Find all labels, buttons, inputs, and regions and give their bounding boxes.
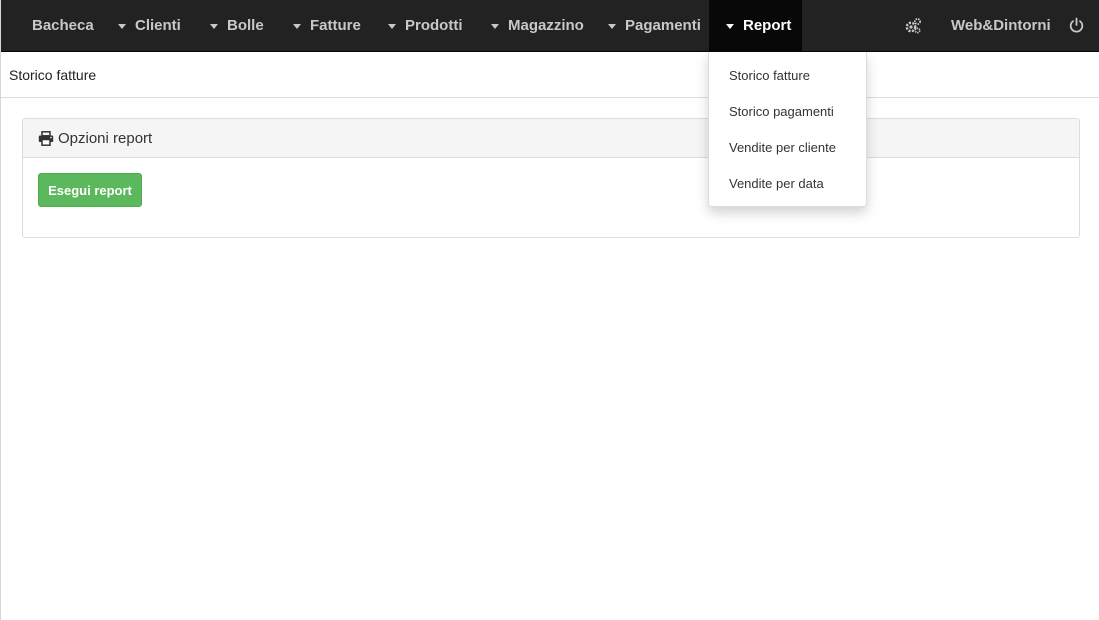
nav-item-clienti[interactable]: Clienti [118,0,181,51]
company-name: Web&Dintorni [951,17,1051,34]
nav-item-label: Report [743,17,792,34]
menu-item-label: Storico fatture [729,67,810,83]
menu-item-vendite-per-cliente[interactable]: Vendite per cliente [709,129,866,165]
menu-item-label: Storico pagamenti [729,103,834,119]
company-menu[interactable]: Web&Dintorni [951,0,1051,51]
nav-item-label: Bacheca [32,17,94,34]
run-report-label: Esegui report [48,182,132,198]
nav-item-prodotti[interactable]: Prodotti [388,0,463,51]
printer-icon [38,130,54,146]
panel-title: Opzioni report [58,129,153,147]
nav-item-pagamenti[interactable]: Pagamenti [608,0,701,51]
menu-item-label: Vendite per cliente [729,139,836,155]
app-page: Bacheca Clienti Bolle Fatture Prodotti M… [0,0,1099,620]
power-icon [1069,17,1084,33]
run-report-button[interactable]: Esegui report [38,173,142,207]
nav-item-bacheca[interactable]: Bacheca [32,0,94,51]
menu-item-label: Vendite per data [729,175,824,191]
caret-down-icon [388,23,396,29]
page-title: Storico fatture [9,66,97,83]
caret-down-icon [210,23,218,29]
caret-down-icon [293,23,301,29]
nav-item-bolle[interactable]: Bolle [210,0,264,51]
logout-button[interactable] [1068,17,1085,34]
report-options-panel: Opzioni report Esegui report [22,118,1080,238]
nav-item-magazzino[interactable]: Magazzino [491,0,584,51]
menu-item-vendite-per-data[interactable]: Vendite per data [709,165,866,201]
nav-item-label: Fatture [310,17,361,34]
report-dropdown-menu: Storico fatture Storico pagamenti Vendit… [708,52,867,207]
menu-item-storico-fatture[interactable]: Storico fatture [709,57,866,93]
gears-icon [905,18,921,34]
caret-down-icon [118,23,126,29]
nav-item-label: Prodotti [405,17,463,34]
nav-item-report[interactable]: Report [709,0,802,51]
page-header: Storico fatture [1,52,1099,98]
caret-down-icon [608,23,616,29]
top-navbar: Bacheca Clienti Bolle Fatture Prodotti M… [1,0,1099,52]
settings-button[interactable] [904,17,922,35]
nav-item-label: Bolle [227,17,264,34]
caret-down-icon [726,23,734,29]
nav-item-fatture[interactable]: Fatture [293,0,361,51]
caret-down-icon [491,23,499,29]
menu-item-storico-pagamenti[interactable]: Storico pagamenti [709,93,866,129]
nav-item-label: Magazzino [508,17,584,34]
nav-item-label: Clienti [135,17,181,34]
panel-heading: Opzioni report [23,119,1079,158]
nav-item-label: Pagamenti [625,17,701,34]
